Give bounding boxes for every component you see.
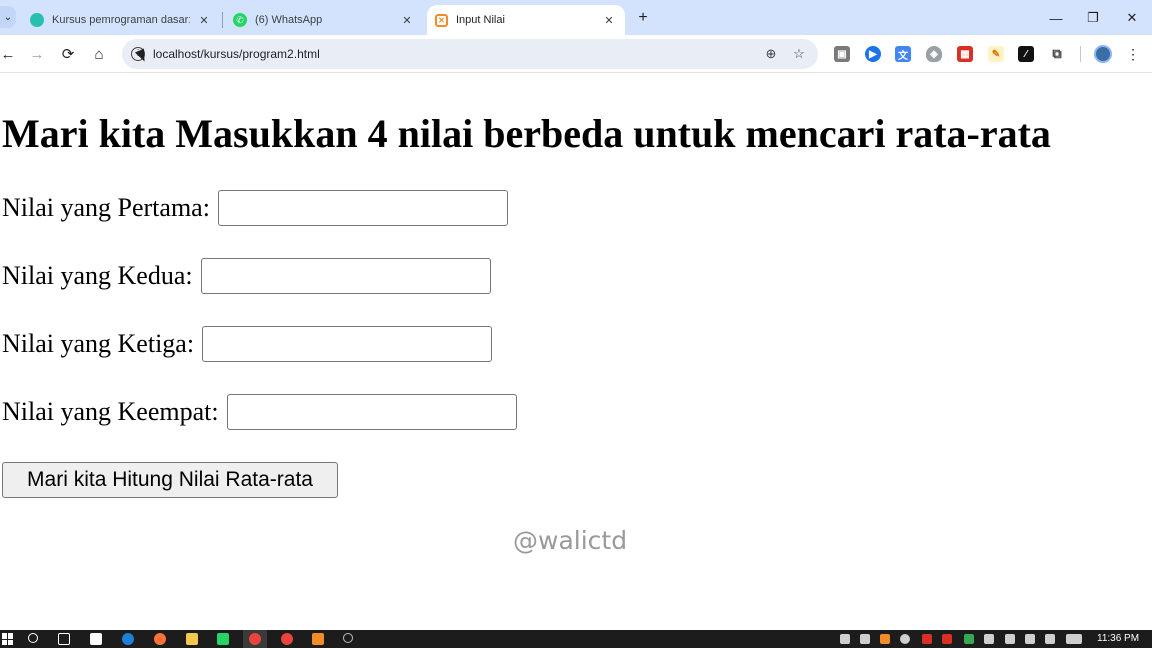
- tray-drive-icon[interactable]: [964, 634, 974, 644]
- field-label: Nilai yang Pertama:: [2, 193, 210, 222]
- nilai-pertama-input[interactable]: [217, 190, 508, 226]
- xampp-app-icon[interactable]: [312, 633, 324, 645]
- notification-icon[interactable]: [1045, 634, 1055, 644]
- screenshot-extension-icon[interactable]: ▣: [834, 46, 850, 62]
- store-icon[interactable]: [90, 633, 102, 645]
- chrome-icon[interactable]: [249, 633, 261, 645]
- task-view-icon[interactable]: [58, 633, 70, 645]
- file-explorer-icon[interactable]: [186, 633, 198, 645]
- puzzle-icon[interactable]: ⧉: [1049, 46, 1065, 62]
- tab-title: (6) WhatsApp: [255, 14, 323, 26]
- wifi-icon[interactable]: [1005, 634, 1015, 644]
- forward-arrow-icon[interactable]: →: [27, 44, 47, 64]
- tab-course[interactable]: Kursus pemrograman dasar: Pe ✕: [22, 5, 220, 35]
- field-row-fourth: Nilai yang Keempat:: [2, 394, 517, 430]
- hitung-rata-rata-button[interactable]: Mari kita Hitung Nilai Rata-rata: [2, 462, 338, 498]
- field-label: Nilai yang Kedua:: [2, 261, 193, 290]
- edge-icon[interactable]: [122, 633, 134, 645]
- chrome-profile-icon[interactable]: [281, 633, 293, 645]
- search-icon[interactable]: [28, 633, 38, 643]
- new-tab-button[interactable]: +: [634, 9, 652, 27]
- address-url[interactable]: localhost/kursus/program2.html: [153, 47, 320, 61]
- tab-search-button[interactable]: ⌄: [0, 6, 16, 28]
- obs-icon[interactable]: [343, 633, 353, 643]
- nilai-kedua-input[interactable]: [200, 258, 491, 294]
- firefox-icon[interactable]: [154, 633, 166, 645]
- xampp-favicon-icon: ✕: [435, 13, 448, 27]
- tab-whatsapp[interactable]: ✆ (6) WhatsApp ✕: [225, 5, 423, 35]
- whatsapp-app-icon[interactable]: [217, 633, 229, 645]
- pdf-extension-icon[interactable]: ▦: [957, 46, 973, 62]
- tray-app-icon[interactable]: [922, 634, 932, 644]
- reload-icon[interactable]: ⟳: [58, 44, 78, 64]
- tray-obs-icon[interactable]: [900, 634, 910, 644]
- nilai-ketiga-input[interactable]: [202, 326, 493, 362]
- tab-input-nilai[interactable]: ✕ Input Nilai ✕: [427, 5, 625, 35]
- media-extension-icon[interactable]: ▶: [865, 46, 881, 62]
- shield-extension-icon[interactable]: ◈: [926, 46, 942, 62]
- pen-extension-icon[interactable]: ✎: [988, 46, 1004, 62]
- volume-icon[interactable]: [984, 634, 994, 644]
- whatsapp-favicon-icon: ✆: [233, 13, 247, 27]
- address-bar[interactable]: i localhost/kursus/program2.html ⊕ ☆: [122, 39, 818, 69]
- windows-taskbar: 11:36 PM: [0, 630, 1152, 648]
- tab-title: Kursus pemrograman dasar: Pe: [52, 14, 190, 26]
- minimize-button[interactable]: —: [1046, 8, 1066, 28]
- watermark: @walictd: [513, 526, 628, 555]
- bookmark-star-icon[interactable]: ☆: [791, 46, 807, 62]
- tray-app-icon[interactable]: [840, 634, 850, 644]
- zoom-icon[interactable]: ⊕: [763, 46, 779, 62]
- close-icon[interactable]: ✕: [399, 12, 415, 28]
- field-label: Nilai yang Ketiga:: [2, 329, 195, 358]
- editor-extension-icon[interactable]: ⁄: [1018, 46, 1034, 62]
- nilai-keempat-input[interactable]: [226, 394, 517, 430]
- field-row-second: Nilai yang Kedua:: [2, 258, 491, 294]
- tray-app-icon[interactable]: [860, 634, 870, 644]
- tray-xampp-icon[interactable]: [880, 634, 890, 644]
- close-icon[interactable]: ✕: [601, 12, 617, 28]
- tab-strip: ⌄ Kursus pemrograman dasar: Pe ✕ ✆ (6) W…: [0, 0, 1152, 35]
- taskbar-clock[interactable]: 11:36 PM: [1097, 633, 1139, 644]
- close-window-button[interactable]: ✕: [1122, 8, 1142, 28]
- field-row-first: Nilai yang Pertama:: [2, 190, 508, 226]
- course-favicon-icon: [30, 13, 44, 27]
- profile-avatar[interactable]: [1094, 45, 1112, 63]
- back-arrow-icon[interactable]: ←: [0, 44, 18, 64]
- close-icon[interactable]: ✕: [196, 12, 212, 28]
- keyboard-icon[interactable]: [1066, 634, 1082, 644]
- page-viewport: Mari kita Masukkan 4 nilai berbeda untuk…: [0, 74, 1152, 630]
- tab-title: Input Nilai: [456, 14, 505, 26]
- restore-button[interactable]: ❐: [1083, 8, 1103, 28]
- battery-icon[interactable]: [1025, 634, 1035, 644]
- translate-extension-icon[interactable]: 文: [895, 46, 911, 62]
- chevron-down-icon: ⌄: [3, 11, 13, 23]
- field-row-third: Nilai yang Ketiga:: [2, 326, 493, 362]
- windows-start-icon[interactable]: [2, 633, 14, 645]
- page-title: Mari kita Masukkan 4 nilai berbeda untuk…: [2, 111, 1051, 156]
- tray-speaker-alert-icon[interactable]: [942, 634, 952, 644]
- menu-dots-icon[interactable]: ⋮: [1124, 44, 1142, 64]
- tab-separator: [222, 12, 223, 28]
- browser-toolbar: ← → ⟳ ⌂ i localhost/kursus/program2.html…: [0, 35, 1152, 73]
- toolbar-separator: [1080, 46, 1081, 62]
- field-label: Nilai yang Keempat:: [2, 397, 219, 426]
- home-icon[interactable]: ⌂: [89, 44, 109, 64]
